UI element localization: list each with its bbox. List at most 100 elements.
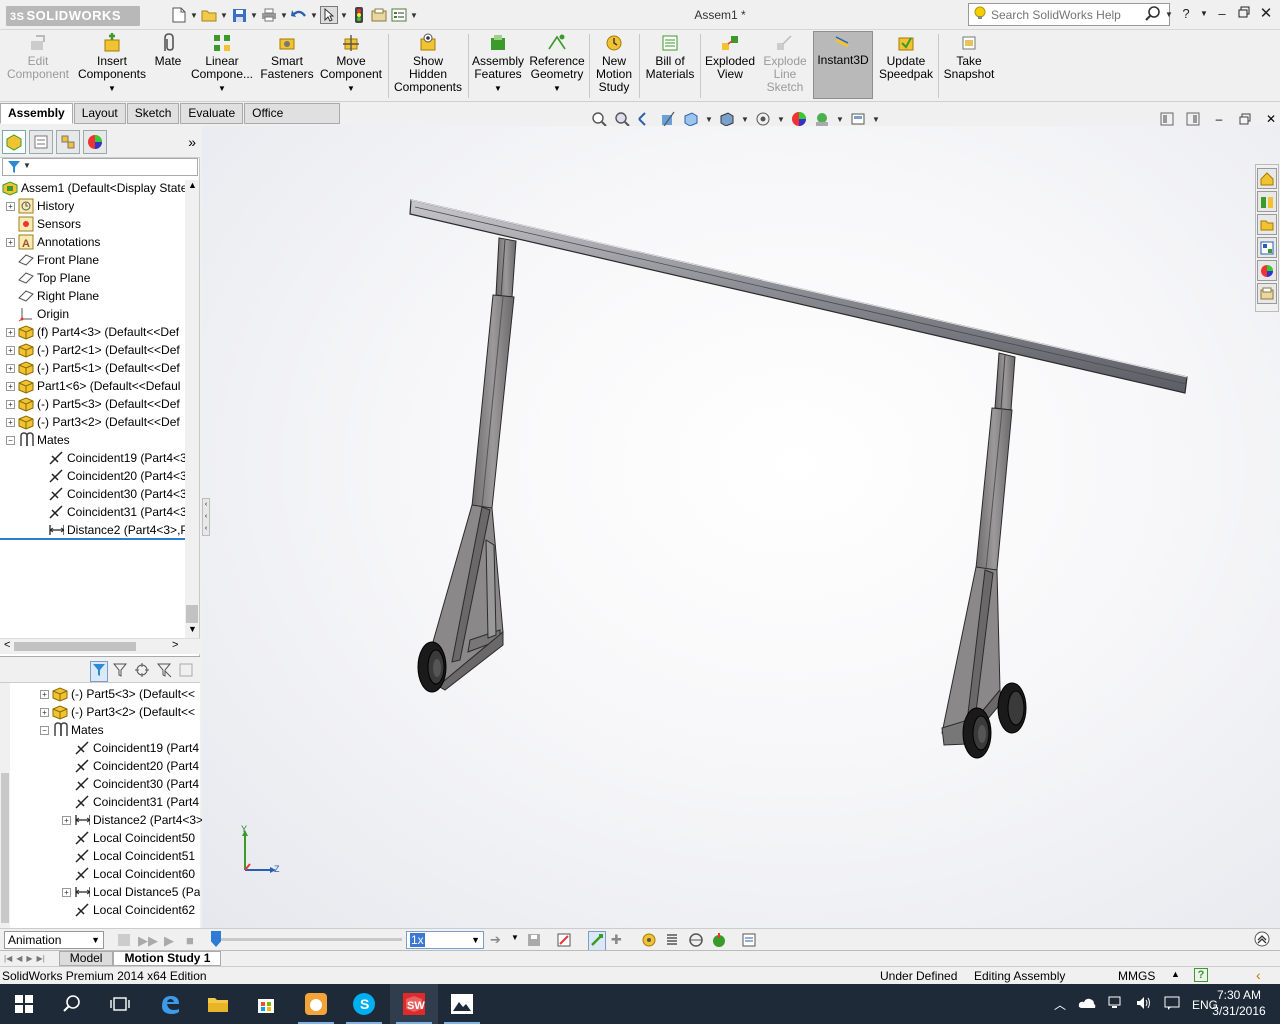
- feature-tree-item[interactable]: + A Annotations: [6, 233, 100, 251]
- autokey-icon[interactable]: [588, 931, 606, 952]
- left-stand[interactable]: [417, 237, 517, 693]
- solidworks-resources-icon[interactable]: [1257, 168, 1277, 189]
- filter-selected-icon[interactable]: [156, 662, 172, 681]
- move-component-caret[interactable]: ▼: [347, 82, 355, 95]
- quick-tips-help-icon[interactable]: ?: [1194, 968, 1208, 982]
- edit-component-button[interactable]: Edit Component: [4, 33, 72, 99]
- volume-icon[interactable]: [1136, 996, 1152, 1013]
- reference-geometry-caret[interactable]: ▼: [553, 82, 561, 95]
- expand-toggle-icon[interactable]: −: [6, 435, 15, 445]
- calculate-icon[interactable]: [116, 932, 132, 951]
- view-palette-icon[interactable]: [1257, 237, 1277, 258]
- onedrive-cloud-icon[interactable]: [1078, 997, 1096, 1012]
- scroll-thumb[interactable]: [186, 605, 198, 623]
- feature-tree-item[interactable]: Top Plane: [6, 269, 90, 287]
- add-key-icon[interactable]: ✚: [611, 932, 622, 948]
- configuration-manager-tab-icon[interactable]: [56, 129, 80, 154]
- feature-tree-item[interactable]: Right Plane: [6, 287, 99, 305]
- smart-fasteners-button[interactable]: Smart Fasteners: [258, 33, 316, 99]
- tab-layout[interactable]: Layout: [73, 103, 126, 124]
- motion-tree-item[interactable]: Local Coincident60: [62, 865, 195, 883]
- search-caret-icon[interactable]: ▼: [1165, 10, 1173, 19]
- assembly-features-caret[interactable]: ▼: [494, 82, 502, 95]
- assembly-model[interactable]: [202, 126, 1280, 928]
- motion-tree-item[interactable]: Coincident20 (Part4: [62, 757, 199, 775]
- scroll-left-icon[interactable]: <: [4, 639, 10, 651]
- tab-evaluate[interactable]: Evaluate: [180, 103, 244, 124]
- custom-properties-icon[interactable]: [1257, 283, 1277, 304]
- feature-tree-item[interactable]: + (-) Part2<1> (Default<<Def: [6, 341, 180, 359]
- scroll-up-icon[interactable]: ▲: [188, 180, 197, 190]
- expand-toggle-icon[interactable]: +: [6, 237, 15, 247]
- spring-icon[interactable]: [664, 932, 680, 951]
- expand-toggle-icon[interactable]: −: [40, 725, 49, 735]
- expand-toggle-icon[interactable]: +: [40, 689, 49, 699]
- filter-caret-icon[interactable]: ▼: [23, 161, 31, 170]
- animation-wizard-icon[interactable]: [556, 932, 572, 951]
- collapse-motion-manager-icon[interactable]: [1254, 931, 1270, 950]
- tab-scroll-first-icon[interactable]: |◀: [4, 954, 12, 963]
- help-search-box[interactable]: ▼: [968, 3, 1173, 26]
- filter-results-icon[interactable]: [178, 662, 194, 681]
- taskbar-clock[interactable]: 7:30 AM 3/31/2016: [1206, 987, 1272, 1019]
- play-from-start-icon[interactable]: ▶▶: [138, 933, 158, 949]
- study-type-select[interactable]: Animation ▼: [4, 931, 104, 949]
- motion-tree-item[interactable]: Local Coincident50: [62, 829, 195, 847]
- property-manager-tab-icon[interactable]: [29, 129, 53, 154]
- expand-toggle-icon[interactable]: +: [6, 345, 15, 355]
- expand-toggle-icon[interactable]: +: [40, 707, 49, 717]
- options-caret-icon[interactable]: ▼: [410, 11, 418, 20]
- feature-tree-horizontal-scrollbar[interactable]: < >: [0, 638, 200, 654]
- tree-filter-box[interactable]: ▼: [2, 158, 198, 176]
- motion-tree-scroll-thumb[interactable]: [1, 773, 9, 923]
- insert-components-button[interactable]: Insert Components ▼: [76, 33, 148, 99]
- units-caret-icon[interactable]: ▲: [1171, 969, 1180, 979]
- save-caret-icon[interactable]: ▼: [250, 11, 258, 20]
- motor-icon[interactable]: [641, 932, 657, 951]
- search-icon[interactable]: [1145, 5, 1161, 24]
- windows-start-icon[interactable]: [0, 984, 48, 1024]
- view-orientation-caret[interactable]: ▼: [705, 115, 713, 124]
- apply-scene-caret[interactable]: ▼: [836, 115, 844, 124]
- select-caret-icon[interactable]: ▼: [340, 11, 348, 20]
- feature-tree-tab-icon[interactable]: [2, 129, 26, 154]
- playback-position-thumb[interactable]: [211, 931, 221, 947]
- tab-scroll-last-icon[interactable]: ▶|: [37, 954, 45, 963]
- print-icon[interactable]: [260, 6, 278, 24]
- motion-filter-icon[interactable]: [90, 661, 108, 682]
- panel-collapse-handle[interactable]: ‹ ‹ ‹: [202, 498, 210, 536]
- feature-tree-item[interactable]: + (-) Part3<2> (Default<<Def: [6, 413, 180, 431]
- expand-toggle-icon[interactable]: +: [6, 417, 15, 427]
- feature-tree-item[interactable]: Origin: [6, 305, 69, 323]
- display-manager-tab-icon[interactable]: [83, 129, 107, 154]
- update-speedpak-button[interactable]: Update Speedpak: [876, 33, 936, 99]
- display-style-caret[interactable]: ▼: [741, 115, 749, 124]
- feature-tree-item[interactable]: + (f) Part4<3> (Default<<Def: [6, 323, 179, 341]
- solidworks-taskbar-icon[interactable]: SW: [390, 984, 438, 1024]
- feature-tree-item[interactable]: + (-) Part5<1> (Default<<Def: [6, 359, 180, 377]
- status-units[interactable]: MMGS: [1118, 969, 1155, 983]
- reference-geometry-button[interactable]: Reference Geometry ▼: [528, 33, 586, 99]
- tab-motion-study-1[interactable]: Motion Study 1: [113, 951, 222, 966]
- motion-tree-item[interactable]: Coincident31 (Part4: [62, 793, 199, 811]
- hide-show-caret[interactable]: ▼: [777, 115, 785, 124]
- file-properties-icon[interactable]: [370, 6, 388, 24]
- playback-mode-icon[interactable]: ➔: [490, 932, 501, 948]
- action-center-icon[interactable]: [1164, 996, 1180, 1013]
- select-arrow-icon[interactable]: [320, 6, 338, 24]
- solidworks-logo[interactable]: 3S SOLIDWORKS: [6, 6, 140, 26]
- uc-browser-icon[interactable]: [292, 984, 340, 1024]
- feature-tree-item[interactable]: Coincident20 (Part4<3>: [36, 467, 194, 485]
- feature-tree-vertical-scrollbar[interactable]: ▲ ▼: [185, 180, 199, 640]
- store-icon[interactable]: [242, 984, 290, 1024]
- stop-icon[interactable]: ■: [186, 933, 194, 948]
- undo-icon[interactable]: [290, 6, 308, 24]
- feature-tree-item[interactable]: + History: [6, 197, 74, 215]
- feature-tree-item[interactable]: Distance2 (Part4<3>,Pa: [36, 521, 195, 539]
- expand-toggle-icon[interactable]: +: [6, 381, 15, 391]
- feature-tree-item[interactable]: Front Plane: [6, 251, 99, 269]
- tab-assembly[interactable]: Assembly: [0, 103, 73, 124]
- motion-tree-item[interactable]: Local Coincident51: [62, 847, 195, 865]
- feature-tree-item[interactable]: − Mates: [6, 431, 70, 449]
- insert-components-caret[interactable]: ▼: [108, 82, 116, 95]
